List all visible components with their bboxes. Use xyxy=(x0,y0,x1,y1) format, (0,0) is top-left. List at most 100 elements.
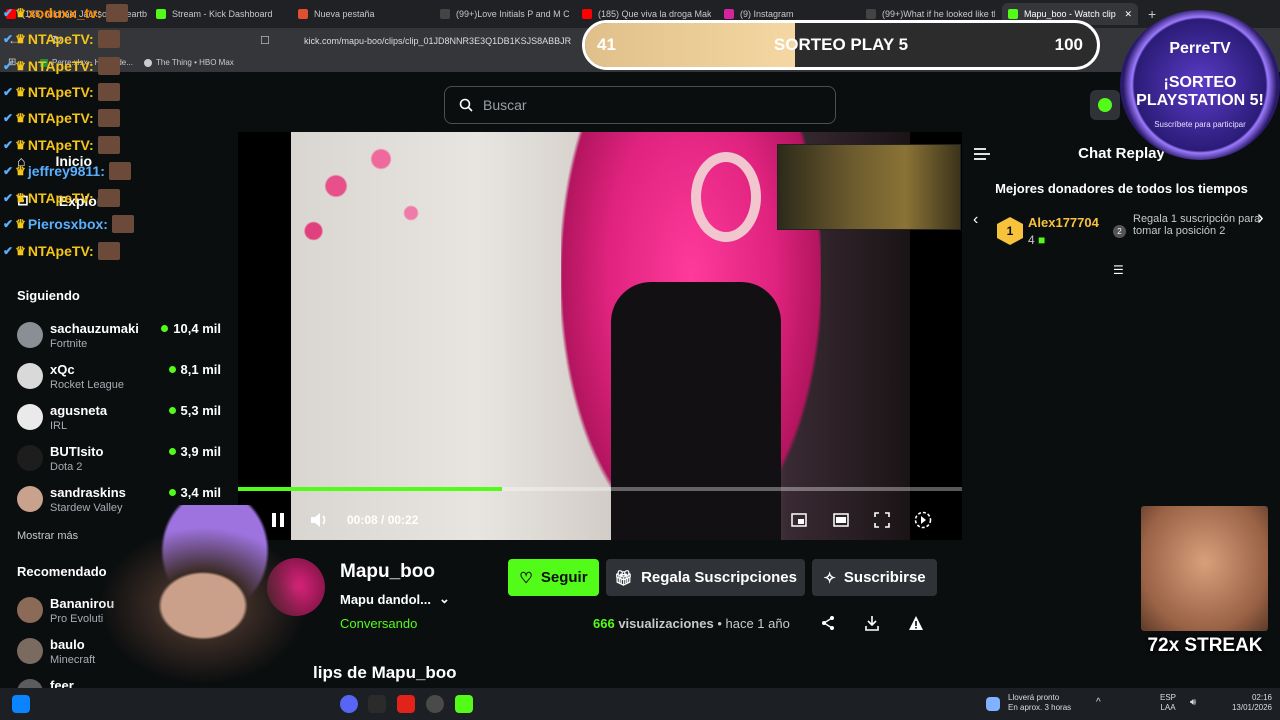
bookmark-item[interactable]: The Thing • HBO Max xyxy=(144,58,234,67)
verified-icon: ✔ xyxy=(3,191,14,205)
chat-overlay-message: ✔ ♛ NTApeTV: xyxy=(3,107,120,129)
view-stats: 666 visualizaciones • hace 1 año xyxy=(593,616,790,631)
chat-username: NTApeTV: xyxy=(27,84,94,100)
emote-image xyxy=(97,30,120,48)
download-icon xyxy=(865,616,879,631)
crown-icon: ♛ xyxy=(15,111,26,125)
chat-username: NTApeTV: xyxy=(27,110,94,126)
following-channel[interactable]: agusneta IRL 5,3 mil xyxy=(17,400,227,440)
chat-overlay-message: ✔ ♛ jeffrey9811: xyxy=(3,160,131,182)
headphones xyxy=(691,152,761,242)
kick-logo-button[interactable] xyxy=(1090,90,1120,120)
close-tab-icon[interactable]: ✕ xyxy=(1124,9,1132,20)
chevron-down-icon: ⌄ xyxy=(439,591,450,606)
bookmark-icon[interactable]: ☐ xyxy=(260,34,270,47)
category-link[interactable]: Conversando xyxy=(340,616,417,631)
following-channel[interactable]: BUTIsito Dota 2 3,9 mil xyxy=(17,441,227,481)
following-heading: Siguiendo xyxy=(17,288,80,303)
sorteo-label: SORTEO PLAY 5 xyxy=(773,35,909,54)
kick-icon[interactable] xyxy=(455,695,473,713)
volume-tray-icon[interactable]: 🔊︎ xyxy=(1190,697,1196,708)
avatar xyxy=(17,322,43,348)
discord-icon[interactable] xyxy=(340,695,358,713)
theater-mode-button[interactable] xyxy=(831,510,851,530)
clip-title[interactable]: Mapu dandol... ⌄ xyxy=(340,591,450,607)
heart-icon: ♡ xyxy=(519,569,533,587)
subscribe-button[interactable]: ✧ Suscribirse xyxy=(812,559,937,596)
chat-overlay-message: ✔ ♛ NTApeTV: xyxy=(3,28,120,50)
browser-tab[interactable]: Stream - Kick Dashboard xyxy=(150,3,285,25)
gift-icon: 🎁︎ xyxy=(614,569,634,587)
weather-widget[interactable]: Lloverá pronto En aprox. 3 horas xyxy=(1008,693,1071,713)
stream-chat-overlay: ✔ ♛ xoduxx_tv: ✔ ♛ NTApeTV: ✔ ♛ NTApeTV: ✔ ♛ NTApeT… xyxy=(0,0,155,280)
chat-username: xoduxx_tv: xyxy=(27,5,102,21)
windows-start-icon[interactable] xyxy=(12,695,30,713)
search-input[interactable]: Buscar xyxy=(444,86,836,124)
chat-overlay-message: ✔ ♛ NTApeTV: xyxy=(3,187,120,209)
channel-name[interactable]: Mapu_boo xyxy=(340,561,435,583)
verified-icon: ✔ xyxy=(3,138,14,152)
chat-username: NTApeTV: xyxy=(27,137,94,153)
brave-icon xyxy=(298,9,308,19)
tray-chevron-icon[interactable]: ^ xyxy=(1096,697,1101,708)
expand-icon: ☰ xyxy=(1113,263,1124,277)
fullscreen-button[interactable] xyxy=(872,510,892,530)
warning-icon xyxy=(909,616,923,630)
following-channel[interactable]: xQc Rocket League 8,1 mil xyxy=(17,359,227,399)
share-icon xyxy=(822,616,834,630)
tiktok-icon xyxy=(866,9,876,19)
emote-image xyxy=(97,189,120,207)
download-button[interactable] xyxy=(864,615,882,633)
terminal-icon[interactable] xyxy=(368,695,386,713)
chevron-right-icon: › xyxy=(1257,207,1264,229)
language-indicator[interactable]: ESP LAA xyxy=(1160,693,1176,713)
viewer-count: 10,4 mil xyxy=(161,321,221,336)
avatar xyxy=(17,486,43,512)
crown-icon: ♛ xyxy=(15,138,26,152)
donor-next-button[interactable]: › xyxy=(1257,207,1264,230)
verified-icon: ✔ xyxy=(3,85,14,99)
following-channel[interactable]: sachauzumaki Fortnite 10,4 mil xyxy=(17,318,227,358)
chat-overlay-message: ✔ ♛ NTApeTV: xyxy=(3,240,120,262)
live-dot-icon xyxy=(168,448,176,455)
miniplayer-button[interactable] xyxy=(789,510,809,530)
top-donor-name[interactable]: Alex177704 xyxy=(1028,215,1099,230)
chat-username: Pierosxbox: xyxy=(27,216,108,232)
system-clock[interactable]: 02:16 13/01/2026 xyxy=(1232,693,1272,713)
video-progress-bar[interactable] xyxy=(238,487,962,491)
video-player[interactable]: 00:08 / 00:22 xyxy=(238,132,962,540)
donor-prev-button[interactable]: ‹ xyxy=(973,211,978,229)
viewer-count: 3,9 mil xyxy=(168,444,221,459)
crown-icon: ♛ xyxy=(15,85,26,99)
crown-icon: ♛ xyxy=(15,6,26,20)
show-more-link[interactable]: Mostrar más xyxy=(17,530,78,542)
verified-icon: ✔ xyxy=(3,244,14,258)
chat-username: jeffrey9811: xyxy=(27,163,105,179)
share-button[interactable] xyxy=(820,615,838,633)
browser-tab[interactable]: Nueva pestaña xyxy=(292,3,427,25)
playback-speed-button[interactable] xyxy=(913,510,933,530)
avatar xyxy=(17,363,43,389)
chat-username: NTApeTV: xyxy=(27,190,94,206)
browser-tab[interactable]: (99+)Love Initials P and M Cu xyxy=(434,3,569,25)
obs-icon[interactable] xyxy=(426,695,444,713)
verified-icon: ✔ xyxy=(3,6,14,20)
emote-image xyxy=(97,109,120,127)
crown-icon: ♛ xyxy=(15,217,26,231)
viewer-count: 8,1 mil xyxy=(168,362,221,377)
search-icon xyxy=(459,98,473,112)
verified-icon: ✔ xyxy=(3,217,14,231)
gift-subs-button[interactable]: 🎁︎ Regala Suscripciones xyxy=(606,559,805,596)
theater-icon xyxy=(833,513,849,527)
expand-donors-button[interactable]: ☰ xyxy=(1113,263,1124,277)
viewer-count: 3,4 mil xyxy=(168,485,221,500)
url-field[interactable]: kick.com/mapu-boo/clips/clip_01JD8NNR3E3… xyxy=(280,32,580,50)
instagram-icon xyxy=(724,9,734,19)
app-icon[interactable] xyxy=(397,695,415,713)
report-button[interactable] xyxy=(908,615,926,633)
follow-button[interactable]: ♡ Seguir xyxy=(508,559,599,596)
avatar xyxy=(17,445,43,471)
chevron-left-icon: ‹ xyxy=(973,211,979,228)
tiktok-icon xyxy=(440,9,450,19)
chat-overlay-message: ✔ ♛ xoduxx_tv: xyxy=(3,2,128,24)
